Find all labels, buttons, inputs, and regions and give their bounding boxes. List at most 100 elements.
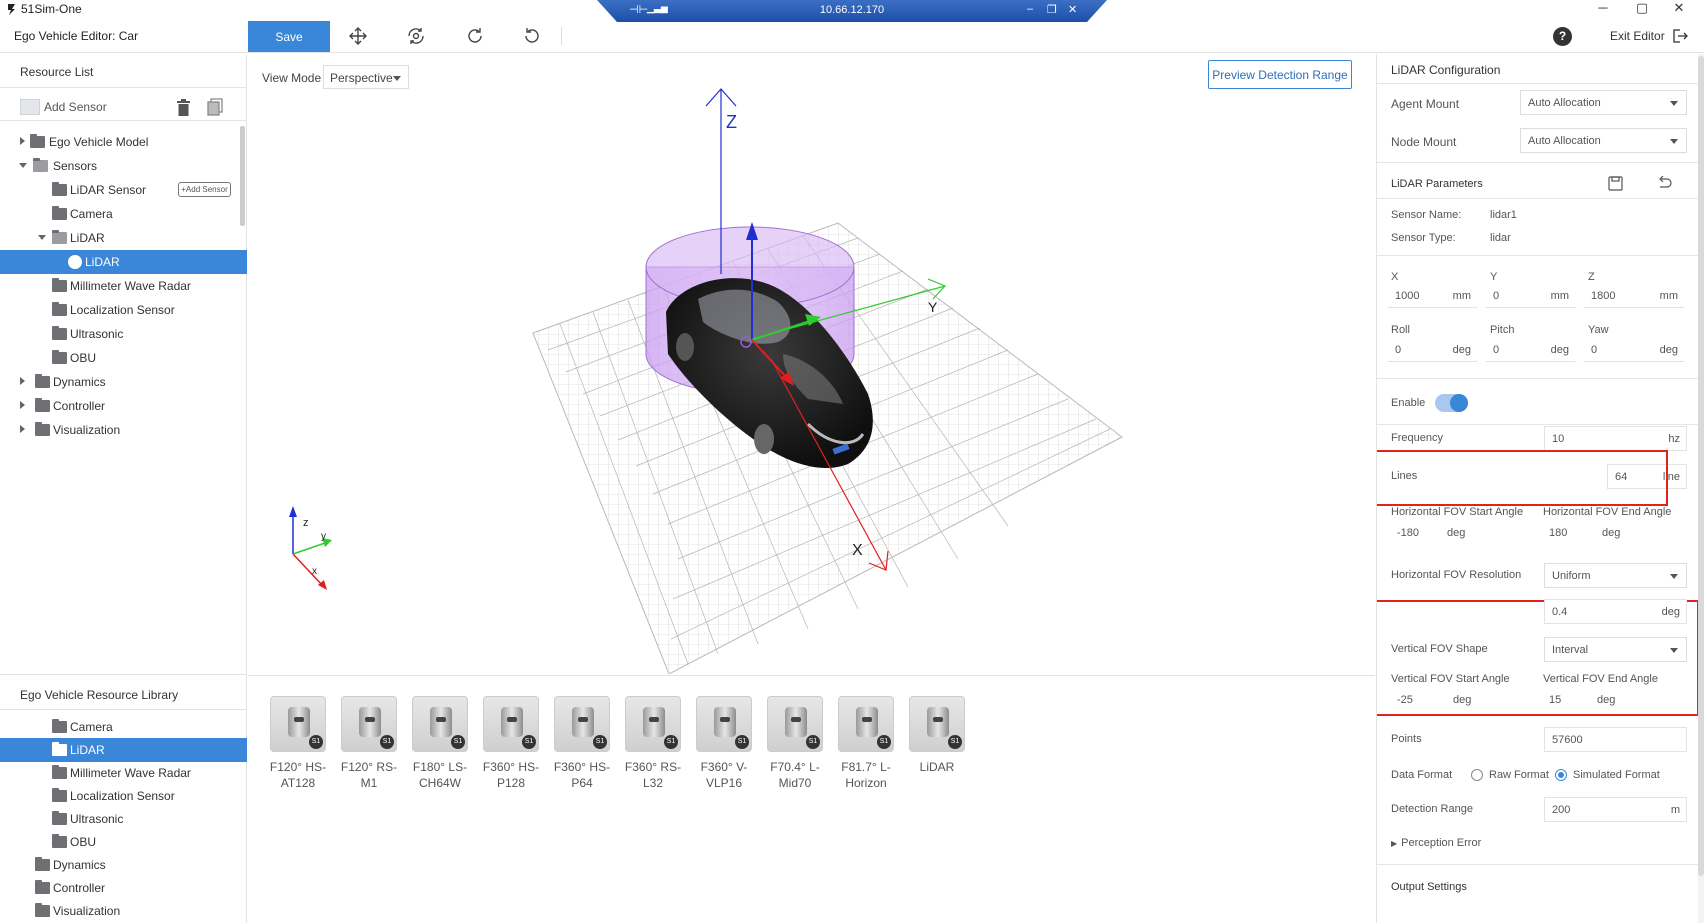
roll-label: Roll — [1391, 324, 1410, 336]
z-value: 1800 — [1591, 290, 1616, 302]
library-item-controller[interactable]: Controller — [0, 876, 247, 900]
sensor-tile[interactable]: S1 F360° V- VLP16 — [696, 696, 754, 791]
resource-list-scrollbar[interactable] — [240, 126, 245, 226]
close-button[interactable]: ✕ — [1664, 0, 1694, 16]
tree-item-localization-sensor[interactable]: Localization Sensor — [0, 298, 247, 322]
tree-item-obu[interactable]: OBU — [0, 346, 247, 370]
help-icon[interactable]: ? — [1553, 27, 1572, 46]
sensor-tile[interactable]: S1 F360° HS- P64 — [554, 696, 612, 791]
hfov-resolution-select[interactable]: Uniform — [1544, 563, 1687, 588]
sensor-tile[interactable]: S1 LiDAR — [909, 696, 967, 775]
save-params-icon[interactable] — [1608, 176, 1623, 191]
tree-item-visualization[interactable]: Visualization — [0, 418, 247, 442]
collapse-icon[interactable] — [19, 163, 27, 168]
expand-icon[interactable] — [20, 137, 25, 145]
hfov-end-value[interactable]: 180 — [1549, 527, 1567, 539]
hfov-start-value[interactable]: -180 — [1397, 527, 1419, 539]
add-sensor-tag-button[interactable]: +Add Sensor — [178, 182, 231, 197]
sensor-tile[interactable]: S1 F180° LS- CH64W — [412, 696, 470, 791]
copy-icon[interactable] — [207, 98, 223, 116]
z-input[interactable]: 1800 mm — [1583, 283, 1685, 308]
sensor-tile-label: LiDAR — [904, 759, 970, 775]
x-input[interactable]: 1000 mm — [1387, 283, 1478, 308]
remote-close-button[interactable]: ✕ — [1068, 3, 1077, 16]
yaw-input[interactable]: 0 deg — [1583, 337, 1685, 362]
sensor-tile[interactable]: S1 F70.4° L- Mid70 — [767, 696, 825, 791]
folder-icon — [35, 903, 50, 917]
move-icon[interactable] — [348, 26, 368, 46]
expand-icon[interactable] — [20, 425, 25, 433]
minimize-button[interactable]: ─ — [1588, 0, 1618, 15]
expand-icon[interactable] — [20, 401, 25, 409]
rotate-gizmo-icon[interactable] — [406, 26, 426, 46]
tree-item-lidar-group[interactable]: LiDAR — [0, 226, 247, 250]
library-item-label: Localization Sensor — [70, 789, 175, 803]
app-logo-icon — [8, 4, 15, 15]
library-item-ultrasonic[interactable]: Ultrasonic — [0, 807, 247, 831]
s1-badge: S1 — [522, 735, 536, 749]
library-item-mmw-radar[interactable]: Millimeter Wave Radar — [0, 761, 247, 785]
save-button[interactable]: Save — [248, 21, 330, 52]
library-item-lidar-selected[interactable]: LiDAR — [0, 738, 247, 762]
remote-minimize-button[interactable]: – — [1027, 3, 1033, 15]
remote-restore-button[interactable]: ❐ — [1047, 3, 1057, 16]
divider — [1377, 198, 1704, 199]
scrollbar-thumb[interactable] — [1698, 56, 1704, 876]
vfov-end-value[interactable]: 15 — [1549, 694, 1561, 706]
frequency-input[interactable]: 10 hz — [1544, 426, 1687, 451]
sensor-tile[interactable]: S1 F81.7° L- Horizon — [838, 696, 896, 791]
yaw-label: Yaw — [1588, 324, 1609, 336]
vfov-start-value[interactable]: -25 — [1397, 694, 1413, 706]
points-input[interactable]: 57600 — [1544, 727, 1687, 752]
3d-viewport[interactable]: View Mode Perspective Preview Detection … — [248, 54, 1375, 674]
maximize-button[interactable]: ▢ — [1627, 0, 1657, 16]
output-settings-title[interactable]: Output Settings — [1391, 881, 1467, 893]
expand-icon[interactable] — [20, 377, 25, 385]
exit-editor-button[interactable]: Exit Editor — [1610, 29, 1688, 43]
undo-icon[interactable] — [522, 26, 542, 46]
library-item-visualization[interactable]: Visualization — [0, 899, 247, 923]
tree-item-controller[interactable]: Controller — [0, 394, 247, 418]
redo-icon[interactable] — [465, 26, 485, 46]
tree-item-camera[interactable]: Camera — [0, 202, 247, 226]
vfov-shape-select[interactable]: Interval — [1544, 637, 1687, 662]
library-item-camera[interactable]: Camera — [0, 715, 247, 739]
reset-params-icon[interactable] — [1656, 176, 1672, 191]
roll-input[interactable]: 0 deg — [1387, 337, 1478, 362]
pitch-input[interactable]: 0 deg — [1485, 337, 1576, 362]
tree-item-lidar-selected[interactable]: LiDAR — [0, 250, 247, 274]
folder-icon — [35, 857, 50, 871]
raw-format-radio[interactable] — [1471, 769, 1483, 781]
simulated-format-radio[interactable] — [1555, 769, 1567, 781]
tree-item-sensors[interactable]: Sensors — [0, 154, 247, 178]
tree-item-lidar-sensor[interactable]: LiDAR Sensor +Add Sensor — [0, 178, 247, 202]
agent-mount-select[interactable]: Auto Allocation — [1520, 90, 1687, 115]
trash-icon[interactable] — [176, 98, 191, 116]
tree-item-ego-vehicle-model[interactable]: Ego Vehicle Model — [0, 130, 247, 154]
sensor-tile[interactable]: S1 F360° RS- L32 — [625, 696, 683, 791]
sensor-tile[interactable]: S1 F120° RS- M1 — [341, 696, 399, 791]
add-sensor-button[interactable]: Add Sensor — [20, 99, 107, 115]
resolution-input[interactable]: 0.4 deg — [1544, 599, 1687, 624]
tree-item-dynamics[interactable]: Dynamics — [0, 370, 247, 394]
scene-canvas[interactable]: Z Y X z y x — [248, 54, 1375, 674]
sensor-tile[interactable]: S1 F360° HS- P128 — [483, 696, 541, 791]
raw-format-label: Raw Format — [1489, 769, 1549, 781]
enable-toggle[interactable] — [1435, 394, 1468, 412]
library-item-localization-sensor[interactable]: Localization Sensor — [0, 784, 247, 808]
x-value: 1000 — [1395, 290, 1420, 302]
tree-item-ultrasonic[interactable]: Ultrasonic — [0, 322, 247, 346]
library-item-obu[interactable]: OBU — [0, 830, 247, 854]
sensor-tile[interactable]: S1 F120° HS- AT128 — [270, 696, 328, 791]
folder-icon — [52, 742, 67, 756]
detection-range-input[interactable]: 200 m — [1544, 797, 1687, 822]
tree-item-mmw-radar[interactable]: Millimeter Wave Radar — [0, 274, 247, 298]
library-item-dynamics[interactable]: Dynamics — [0, 853, 247, 877]
collapse-icon[interactable] — [38, 235, 46, 240]
config-scrollbar[interactable] — [1698, 54, 1704, 923]
sensor-tile-label-line1: F360° HS- — [482, 760, 540, 774]
perception-error-toggle[interactable]: ▶ Perception Error — [1391, 837, 1481, 849]
y-input[interactable]: 0 mm — [1485, 283, 1576, 308]
hfov-resolution-label: Horizontal FOV Resolution — [1391, 569, 1522, 581]
node-mount-select[interactable]: Auto Allocation — [1520, 128, 1687, 153]
